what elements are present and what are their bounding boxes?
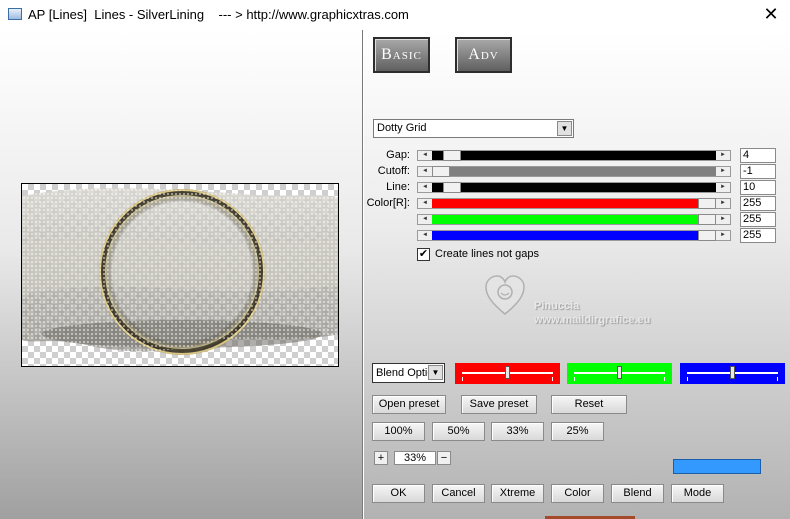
gap-label: Gap:	[386, 149, 410, 161]
blue-blend-thumb[interactable]	[730, 366, 735, 379]
slider-row-gap: Gap: ◄ ► 4	[364, 148, 790, 163]
chevron-down-icon[interactable]: ▼	[557, 121, 572, 136]
zoom-level: 33%	[394, 451, 436, 465]
line-label: Line:	[386, 181, 410, 193]
arrow-right-icon[interactable]: ►	[716, 215, 730, 224]
cutoff-value[interactable]: -1	[740, 164, 776, 179]
color-r-slider-thumb[interactable]	[698, 198, 716, 209]
zoom-50-button[interactable]: 50%	[432, 422, 485, 441]
arrow-right-icon[interactable]: ►	[716, 199, 730, 208]
green-blend-slider[interactable]	[567, 363, 672, 384]
open-preset-button[interactable]: Open preset	[372, 395, 446, 414]
cutoff-slider-thumb[interactable]	[432, 166, 450, 177]
color-b-slider[interactable]: ◄ ►	[417, 230, 731, 241]
zoom-in-button[interactable]: +	[374, 451, 388, 465]
color-r-slider-track	[432, 199, 716, 208]
ok-button[interactable]: OK	[372, 484, 425, 503]
red-blend-slider[interactable]	[455, 363, 560, 384]
arrow-left-icon[interactable]: ◄	[418, 183, 432, 192]
controls-pane: Basic Adv Dotty Grid ▼ Gap: ◄ ► 4 Cutoff…	[364, 30, 790, 519]
color-button[interactable]: Color	[551, 484, 604, 503]
heart-logo-icon	[485, 275, 525, 315]
color-g-slider[interactable]: ◄ ►	[417, 214, 731, 225]
gap-slider-track	[432, 151, 716, 160]
red-blend-thumb[interactable]	[505, 366, 510, 379]
preview-image[interactable]	[21, 183, 339, 367]
arrow-left-icon[interactable]: ◄	[418, 215, 432, 224]
checkmark-icon[interactable]: ✔	[417, 248, 430, 261]
preview-artwork	[22, 188, 338, 355]
blend-options-dropdown[interactable]: Blend Optio ▼	[372, 363, 445, 383]
arrow-right-icon[interactable]: ►	[716, 151, 730, 160]
arrow-left-icon[interactable]: ◄	[418, 151, 432, 160]
line-value[interactable]: 10	[740, 180, 776, 195]
blend-button[interactable]: Blend	[611, 484, 664, 503]
close-icon[interactable]: ✕	[760, 4, 782, 26]
cutoff-slider[interactable]: ◄ ►	[417, 166, 731, 177]
line-slider-track	[432, 183, 716, 192]
zoom-25-button[interactable]: 25%	[551, 422, 604, 441]
mode-button[interactable]: Mode	[671, 484, 724, 503]
window-title: AP [Lines] Lines - SilverLining --- > ht…	[28, 7, 409, 22]
slider-row-color-r: Color[R]: ◄ ► 255	[364, 196, 790, 211]
style-dropdown-value: Dotty Grid	[377, 122, 427, 134]
adv-tab-button[interactable]: Adv	[455, 37, 512, 73]
slider-row-color-b: ◄ ► 255	[364, 228, 790, 243]
reset-button[interactable]: Reset	[551, 395, 627, 414]
zoom-100-button[interactable]: 100%	[372, 422, 425, 441]
color-swatch[interactable]	[673, 459, 761, 474]
arrow-right-icon[interactable]: ►	[716, 231, 730, 240]
blue-blend-slider[interactable]	[680, 363, 785, 384]
watermark-url: www.maildirgrafice.eu	[534, 314, 651, 326]
title-bar: AP [Lines] Lines - SilverLining --- > ht…	[0, 0, 790, 30]
style-dropdown[interactable]: Dotty Grid ▼	[373, 119, 574, 138]
color-b-slider-thumb[interactable]	[698, 230, 716, 241]
line-slider[interactable]: ◄ ►	[417, 182, 731, 193]
green-blend-thumb[interactable]	[617, 366, 622, 379]
color-b-slider-track	[432, 231, 716, 240]
arrow-left-icon[interactable]: ◄	[418, 231, 432, 240]
xtreme-button[interactable]: Xtreme	[491, 484, 544, 503]
color-g-value[interactable]: 255	[740, 212, 776, 227]
arrow-left-icon[interactable]: ◄	[418, 199, 432, 208]
gap-slider[interactable]: ◄ ►	[417, 150, 731, 161]
slider-row-cutoff: Cutoff: ◄ ► -1	[364, 164, 790, 179]
color-g-slider-track	[432, 215, 716, 224]
zoom-out-button[interactable]: −	[437, 451, 451, 465]
watermark: Pinuccia www.maildirgrafice.eu	[484, 274, 684, 334]
cutoff-slider-track	[432, 167, 716, 176]
cutoff-label: Cutoff:	[377, 165, 410, 177]
zoom-33-button[interactable]: 33%	[491, 422, 544, 441]
arrow-left-icon[interactable]: ◄	[418, 167, 432, 176]
cancel-button[interactable]: Cancel	[432, 484, 485, 503]
watermark-name: Pinuccia	[534, 300, 580, 312]
slider-row-color-g: ◄ ► 255	[364, 212, 790, 227]
line-slider-thumb[interactable]	[443, 182, 461, 193]
basic-tab-button[interactable]: Basic	[373, 37, 430, 73]
gap-value[interactable]: 4	[740, 148, 776, 163]
chevron-down-icon[interactable]: ▼	[428, 365, 443, 380]
slider-row-line: Line: ◄ ► 10	[364, 180, 790, 195]
color-r-slider[interactable]: ◄ ►	[417, 198, 731, 209]
arrow-right-icon[interactable]: ►	[716, 183, 730, 192]
gap-slider-thumb[interactable]	[443, 150, 461, 161]
app-icon	[8, 8, 22, 20]
blend-options-value: Blend Optio	[376, 367, 434, 379]
color-r-value[interactable]: 255	[740, 196, 776, 211]
color-g-slider-thumb[interactable]	[698, 214, 716, 225]
save-preset-button[interactable]: Save preset	[461, 395, 537, 414]
color-r-label: Color[R]:	[366, 197, 410, 209]
color-b-value[interactable]: 255	[740, 228, 776, 243]
arrow-right-icon[interactable]: ►	[716, 167, 730, 176]
create-lines-label: Create lines not gaps	[435, 248, 539, 260]
preview-pane	[0, 30, 363, 519]
